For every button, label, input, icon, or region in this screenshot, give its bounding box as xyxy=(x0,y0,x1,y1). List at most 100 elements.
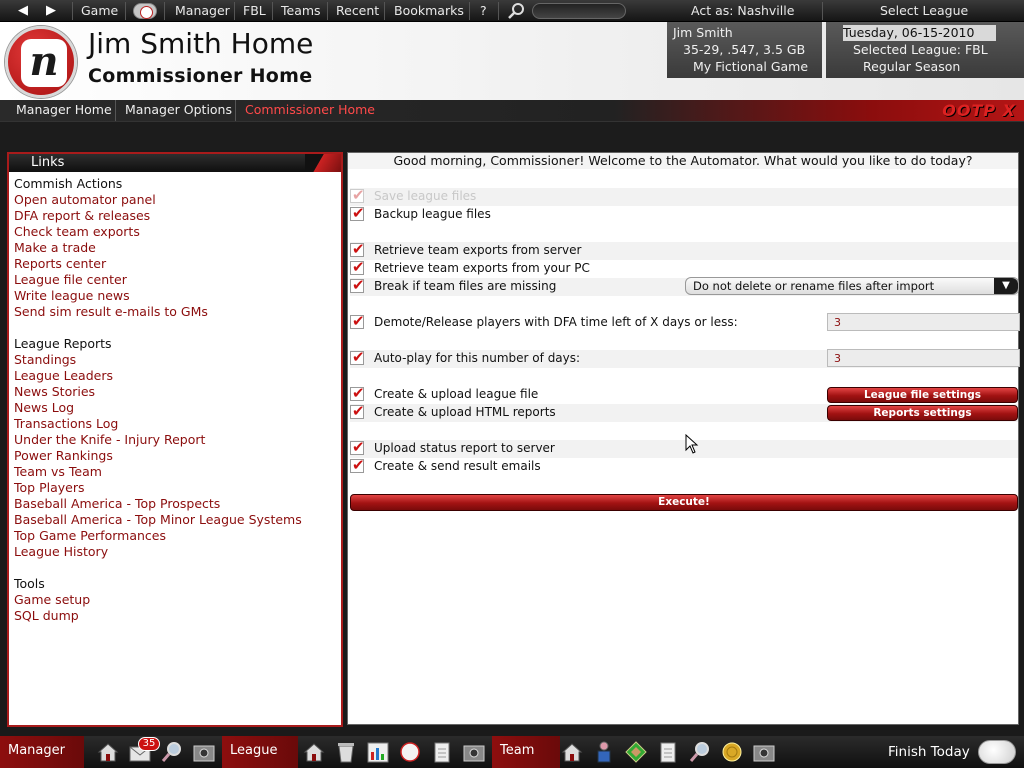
menu-bookmarks[interactable]: Bookmarks xyxy=(394,0,464,22)
forward-arrow-icon[interactable]: ▶ xyxy=(46,0,56,22)
baseball-field-icon[interactable] xyxy=(624,740,648,764)
link-open-automator[interactable]: Open automator panel xyxy=(14,192,336,208)
bar-chart-icon[interactable] xyxy=(366,740,390,764)
section-heading-commish: Commish Actions xyxy=(14,176,123,191)
roster-clipboard-icon[interactable] xyxy=(656,740,680,764)
option-auto-play: Auto-play for this number of days: 3 xyxy=(350,348,1020,368)
link-reports-center[interactable]: Reports center xyxy=(14,256,336,272)
tab-bar: Manager Home Manager Options Commissione… xyxy=(0,100,1024,121)
menu-separator xyxy=(234,2,235,20)
option-upload-status: Upload status report to server xyxy=(350,438,1018,458)
retrieve-pc-label: Retrieve team exports from your PC xyxy=(374,261,590,275)
link-transactions-log[interactable]: Transactions Log xyxy=(14,416,336,432)
auto-play-checkbox[interactable] xyxy=(350,348,365,366)
menu-teams[interactable]: Teams xyxy=(281,0,321,22)
break-missing-checkbox[interactable] xyxy=(350,276,365,294)
create-league-file-checkbox[interactable] xyxy=(350,384,365,402)
camera-icon[interactable] xyxy=(192,740,216,764)
menu-separator xyxy=(272,2,273,20)
menu-manager[interactable]: Manager xyxy=(175,0,230,22)
upload-status-checkbox[interactable] xyxy=(350,438,365,456)
option-send-emails: Create & send result emails xyxy=(350,456,1018,476)
tab-manager-options[interactable]: Manager Options xyxy=(116,100,236,121)
link-write-league-news[interactable]: Write league news xyxy=(14,288,336,304)
tab-manager-home[interactable]: Manager Home xyxy=(0,100,116,121)
link-check-team-exports[interactable]: Check team exports xyxy=(14,224,336,240)
retrieve-pc-checkbox[interactable] xyxy=(350,258,365,276)
baseball-menu-icon[interactable] xyxy=(133,3,157,19)
search-icon[interactable] xyxy=(160,740,184,764)
player-icon[interactable] xyxy=(592,740,616,764)
menu-separator xyxy=(164,2,165,20)
menu-recent[interactable]: Recent xyxy=(336,0,379,22)
scouting-search-icon[interactable] xyxy=(688,740,712,764)
section-heading-tools: Tools xyxy=(14,576,45,591)
create-html-label: Create & upload HTML reports xyxy=(374,405,556,419)
dfa-days-input[interactable]: 3 xyxy=(827,313,1020,331)
team-section-label[interactable]: Team xyxy=(492,736,560,768)
back-arrow-icon[interactable]: ◀ xyxy=(18,0,28,22)
option-backup-league-files: Backup league files xyxy=(350,204,1018,224)
link-game-setup[interactable]: Game setup xyxy=(14,592,336,608)
search-input[interactable] xyxy=(532,3,626,19)
option-save-league-files: Save league files xyxy=(350,186,1018,206)
trash-icon[interactable] xyxy=(334,740,358,764)
toolbar-strip xyxy=(0,121,1024,150)
manager-section-label[interactable]: Manager xyxy=(0,736,84,768)
league-home-icon[interactable] xyxy=(302,740,326,764)
link-team-vs-team[interactable]: Team vs Team xyxy=(14,464,336,480)
menu-game[interactable]: Game xyxy=(81,0,118,22)
menu-separator xyxy=(822,2,823,20)
clipboard-icon[interactable] xyxy=(430,740,454,764)
mail-count-badge: 35 xyxy=(138,737,160,751)
baseball-icon[interactable] xyxy=(398,740,422,764)
media-camera-icon[interactable] xyxy=(752,740,776,764)
retrieve-server-checkbox[interactable] xyxy=(350,240,365,258)
mouse-cursor-icon xyxy=(685,434,699,454)
link-league-leaders[interactable]: League Leaders xyxy=(14,368,336,384)
execute-button[interactable]: Execute! xyxy=(350,494,1018,511)
bottom-navigation-bar: Manager 35 League Team Finish Today xyxy=(0,736,1024,768)
link-news-stories[interactable]: News Stories xyxy=(14,384,336,400)
page-title: Jim Smith Home xyxy=(88,27,314,60)
link-top-minor-league-systems[interactable]: Baseball America - Top Minor League Syst… xyxy=(14,512,336,528)
link-dfa-report[interactable]: DFA report & releases xyxy=(14,208,336,224)
chevron-down-icon[interactable]: ▼ xyxy=(994,278,1018,294)
team-home-icon[interactable] xyxy=(560,740,584,764)
camera-icon[interactable] xyxy=(462,740,486,764)
baseball-icon[interactable] xyxy=(978,740,1016,764)
finish-today-button[interactable]: Finish Today xyxy=(888,736,970,768)
link-power-rankings[interactable]: Power Rankings xyxy=(14,448,336,464)
link-send-sim-emails[interactable]: Send sim result e-mails to GMs xyxy=(14,304,336,320)
league-file-settings-button[interactable]: League file settings xyxy=(827,387,1018,403)
act-as-team[interactable]: Act as: Nashville xyxy=(691,0,794,22)
create-html-checkbox[interactable] xyxy=(350,402,365,420)
reports-settings-button[interactable]: Reports settings xyxy=(827,405,1018,421)
menu-help[interactable]: ? xyxy=(480,0,487,22)
link-league-file-center[interactable]: League file center xyxy=(14,272,336,288)
menu-fbl[interactable]: FBL xyxy=(243,0,266,22)
link-standings[interactable]: Standings xyxy=(14,352,336,368)
send-emails-checkbox[interactable] xyxy=(350,456,365,474)
finances-coin-icon[interactable] xyxy=(720,740,744,764)
team-logo: n xyxy=(5,26,77,98)
link-injury-report[interactable]: Under the Knife - Injury Report xyxy=(14,432,336,448)
link-top-players[interactable]: Top Players xyxy=(14,480,336,496)
menu-separator xyxy=(327,2,328,20)
search-icon[interactable] xyxy=(507,2,525,20)
league-section-label[interactable]: League xyxy=(222,736,298,768)
link-sql-dump[interactable]: SQL dump xyxy=(14,608,336,624)
backup-files-checkbox[interactable] xyxy=(350,204,365,222)
link-top-game-performances[interactable]: Top Game Performances xyxy=(14,528,336,544)
link-league-history[interactable]: League History xyxy=(14,544,336,560)
demote-release-checkbox[interactable] xyxy=(350,312,365,330)
link-news-log[interactable]: News Log xyxy=(14,400,336,416)
tab-commissioner-home[interactable]: Commissioner Home xyxy=(236,100,376,121)
auto-play-days-input[interactable]: 3 xyxy=(827,349,1020,367)
home-icon[interactable] xyxy=(96,740,120,764)
link-top-prospects[interactable]: Baseball America - Top Prospects xyxy=(14,496,336,512)
select-league-menu[interactable]: Select League xyxy=(880,0,968,22)
import-option-dropdown[interactable]: Do not delete or rename files after impo… xyxy=(685,277,1019,295)
link-make-trade[interactable]: Make a trade xyxy=(14,240,336,256)
team-record: 35-29, .547, 3.5 GB xyxy=(683,42,806,57)
